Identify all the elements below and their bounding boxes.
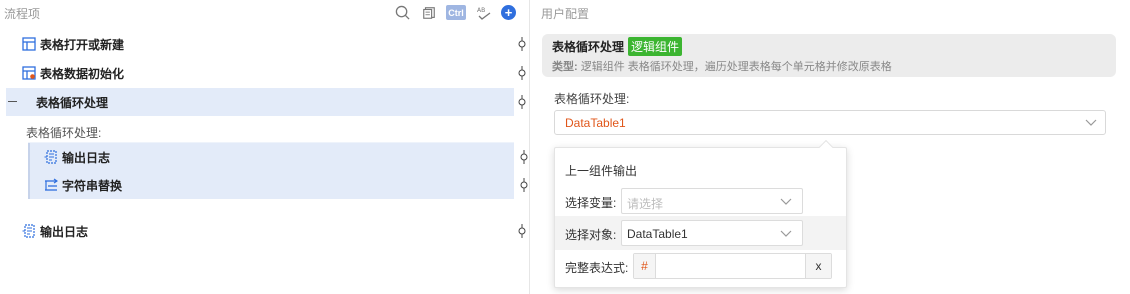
datatable-select[interactable]: DataTable1 [554, 110, 1106, 135]
log-icon [22, 224, 36, 238]
ctrl-toggle[interactable]: Ctrl [446, 5, 466, 20]
flow-item-table-init[interactable]: 表格数据初始化 [0, 59, 530, 87]
flow-items-panel: 流程项 Ctrl AB + 表格打开或新建 表格数据初始化 表格循环处理 表格循… [0, 0, 530, 294]
toolbar: Ctrl AB + [394, 4, 516, 21]
pin-icon[interactable] [516, 66, 528, 80]
table-icon [22, 37, 36, 51]
object-row: 选择对象: DataTable1 [555, 216, 846, 250]
pin-icon[interactable] [516, 95, 528, 109]
flow-item-table-loop[interactable]: 表格循环处理 [6, 88, 526, 116]
variable-label: 选择变量: [565, 196, 617, 210]
flow-item-output-log[interactable]: 输出日志 [0, 217, 530, 245]
collapse-dash-icon[interactable] [8, 101, 17, 102]
expression-input[interactable]: # x [633, 253, 832, 279]
pin-icon[interactable] [516, 224, 528, 238]
variable-placeholder: 请选择 [627, 197, 664, 211]
add-button[interactable]: + [501, 5, 516, 20]
component-type-badge: 逻辑组件 [628, 37, 683, 56]
log-icon [44, 150, 58, 164]
flow-item-label: 输出日志 [40, 224, 89, 239]
chevron-down-icon [780, 198, 792, 205]
variable-select[interactable]: 请选择 [621, 188, 803, 214]
component-description: 类型: 逻辑组件 表格循环处理，遍历处理表格每个单元格并修改原表格 [552, 58, 892, 74]
expression-label: 完整表达式: [565, 261, 629, 275]
flow-item-table-open[interactable]: 表格打开或新建 [0, 30, 530, 58]
pin-icon[interactable] [516, 37, 528, 51]
flow-item-label: 表格打开或新建 [40, 37, 125, 52]
popup-title: 上一组件输出 [565, 164, 638, 178]
chevron-down-icon [780, 230, 792, 237]
user-config-panel: 用户配置 表格循环处理 逻辑组件 类型: 逻辑组件 表格循环处理，遍历处理表格每… [531, 0, 1130, 294]
flow-item-label: 表格循环处理 [36, 95, 109, 110]
previous-output-popup: 上一组件输出 选择变量: 请选择 选择对象: DataTable1 完整表达式:… [554, 139, 847, 288]
flow-item-output-log-child[interactable]: 输出日志 [28, 143, 528, 171]
component-info-card: 表格循环处理 逻辑组件 类型: 逻辑组件 表格循环处理，遍历处理表格每个单元格并… [542, 34, 1116, 77]
object-label: 选择对象: [565, 228, 617, 242]
pin-icon[interactable] [518, 178, 530, 192]
variable-row: 选择变量: 请选择 [555, 184, 846, 218]
popup-arrow [818, 139, 834, 155]
loop-sub-label: 表格循环处理: [26, 126, 102, 140]
search-icon[interactable] [394, 4, 411, 21]
copy-icon[interactable] [420, 4, 437, 21]
clear-expression-button[interactable]: x [805, 254, 831, 278]
desc-prefix: 类型: [552, 61, 578, 73]
component-title-line: 表格循环处理 逻辑组件 [552, 37, 683, 56]
replace-icon [44, 178, 58, 192]
flow-item-label: 输出日志 [62, 150, 111, 165]
datatable-select-value: DataTable1 [565, 116, 626, 130]
object-value: DataTable1 [627, 227, 688, 241]
component-title: 表格循环处理 [552, 40, 625, 54]
desc-text: 逻辑组件 表格循环处理，遍历处理表格每个单元格并修改原表格 [580, 61, 892, 73]
spellcheck-icon[interactable]: AB [475, 4, 492, 21]
field-label: 表格循环处理: [554, 92, 630, 106]
flow-item-string-replace[interactable]: 字符串替换 [28, 171, 528, 199]
expression-prefix: # [634, 254, 656, 278]
flow-item-label: 表格数据初始化 [40, 66, 125, 81]
object-select[interactable]: DataTable1 [621, 220, 803, 246]
panel-title: 用户配置 [541, 7, 590, 21]
flow-item-label: 字符串替换 [62, 178, 123, 193]
chevron-down-icon [1085, 119, 1097, 126]
table-init-icon [22, 66, 36, 80]
pin-icon[interactable] [518, 150, 530, 164]
panel-title: 流程项 [4, 7, 41, 21]
svg-text:AB: AB [477, 7, 485, 14]
expression-row: 完整表达式: # x [555, 249, 846, 283]
